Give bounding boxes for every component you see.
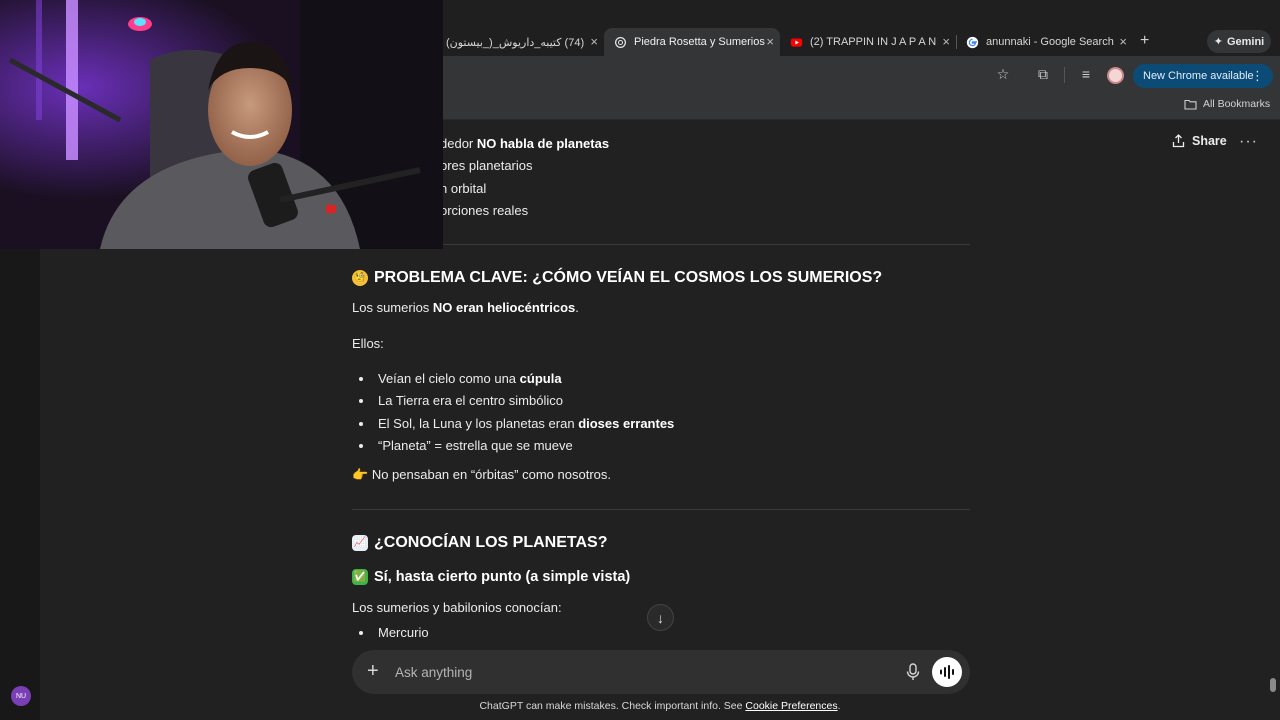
share-icon: [1172, 134, 1185, 148]
voice-mode-button[interactable]: [932, 657, 962, 687]
waveform-icon: [940, 665, 954, 679]
folder-icon: [1184, 99, 1197, 110]
tab-darius-inscription[interactable]: (74) کتیبه_داریوش_(_بیستون) ×: [444, 28, 604, 56]
cookie-preferences-link[interactable]: Cookie Preferences: [745, 700, 837, 712]
bold-text: NO eran heliocéntricos: [432, 300, 576, 315]
tab-search-icon[interactable]: ⧉: [1035, 66, 1051, 82]
text: Los sumerios: [352, 300, 433, 315]
scroll-to-bottom-button[interactable]: ↓: [647, 604, 674, 631]
all-bookmarks-label: All Bookmarks: [1203, 98, 1271, 110]
close-tab-icon[interactable]: ×: [1119, 34, 1127, 49]
subheading: ✅ Sí, hasta cierto punto (a simple vista…: [352, 569, 630, 585]
divider: [352, 244, 970, 245]
more-vert-icon[interactable]: ⋮: [1251, 68, 1264, 84]
line-bold: NO habla de planetas: [476, 136, 610, 151]
close-tab-icon[interactable]: ×: [766, 34, 774, 49]
gemini-label: Gemini: [1226, 35, 1265, 48]
text: .: [575, 300, 579, 315]
disclaimer-text: ChatGPT can make mistakes. Check importa…: [479, 700, 746, 712]
bookmark-star-icon[interactable]: ☆: [995, 66, 1011, 82]
text: “Planeta” = estrella que se mueve: [378, 438, 573, 453]
chart-increasing-icon: 📈: [352, 535, 368, 551]
text: Veían el cielo como una: [378, 371, 520, 386]
update-label: New Chrome available: [1143, 70, 1254, 82]
scrollbar-thumb[interactable]: [1270, 678, 1276, 692]
close-tab-icon[interactable]: ×: [942, 34, 950, 49]
new-chrome-available-button[interactable]: New Chrome available ⋮: [1133, 64, 1273, 88]
message-line: dedor NO habla de planetas: [440, 136, 609, 151]
paragraph: Los sumerios NO eran heliocéntricos.: [352, 300, 579, 315]
subheading-text: Sí, hasta cierto punto (a simple vista): [374, 569, 631, 585]
toolbar-divider: [1064, 67, 1065, 83]
arrow-down-icon: ↓: [657, 609, 664, 626]
tab-title: anunnaki - Google Search: [986, 36, 1114, 48]
note-line: 👉 No pensaban en “órbitas” como nosotros…: [352, 467, 611, 483]
all-bookmarks-button[interactable]: All Bookmarks: [1184, 98, 1270, 110]
tab-trappin-japan[interactable]: (2) TRAPPIN IN J A P A N ×: [780, 28, 956, 56]
more-options-icon[interactable]: ···: [1239, 133, 1258, 151]
section-heading-problema: 🧐 PROBLEMA CLAVE: ¿CÓMO VEÍAN EL COSMOS …: [352, 269, 882, 287]
bullet-dot: [359, 444, 363, 448]
list-item: Mercurio: [378, 625, 429, 640]
divider: [352, 509, 970, 510]
tab-piedra-rosetta[interactable]: Piedra Rosetta y Sumerios ×: [604, 28, 780, 56]
note-text: No pensaban en “órbitas” como nosotros.: [371, 467, 611, 482]
bold-text: dioses errantes: [578, 416, 675, 431]
tab-title: (2) TRAPPIN IN J A P A N: [810, 36, 937, 48]
google-favicon-icon: [966, 36, 979, 48]
line-text: orciones reales: [440, 203, 529, 218]
streamer-webcam-image: [0, 0, 443, 249]
youtube-favicon-icon: [790, 37, 803, 47]
check-mark-icon: ✅: [352, 569, 368, 585]
pointing-hand-icon: 👉: [352, 467, 369, 482]
close-tab-icon[interactable]: ×: [590, 34, 598, 49]
add-attachment-button[interactable]: +: [367, 660, 379, 682]
list-item: Veían el cielo como una cúpula: [378, 371, 562, 386]
line-text: dedor: [440, 136, 477, 151]
text: La Tierra era el centro simbólico: [378, 393, 563, 408]
heading-text: ¿CONOCÍAN LOS PLANETAS?: [374, 534, 608, 551]
heading-text: PROBLEMA CLAVE: ¿CÓMO VEÍAN EL COSMOS LO…: [374, 269, 883, 286]
message-line: bres planetarios: [440, 158, 533, 173]
bullet-dot: [359, 399, 363, 403]
message-line: orciones reales: [440, 203, 528, 218]
paragraph: Los sumerios y babilonios conocían:: [352, 600, 562, 615]
share-label: Share: [1192, 134, 1227, 148]
microphone-icon[interactable]: [904, 662, 922, 682]
webcam-overlay: [0, 0, 443, 249]
sparkle-icon: ✦: [1213, 36, 1223, 48]
reading-list-icon[interactable]: ≡: [1078, 66, 1094, 82]
user-initials: NU: [15, 692, 27, 700]
message-line: n orbital: [440, 181, 486, 196]
new-tab-button[interactable]: +: [1140, 32, 1149, 50]
gemini-button[interactable]: ✦ Gemini: [1207, 30, 1271, 53]
prompt-input[interactable]: [395, 662, 875, 682]
profile-avatar-icon[interactable]: [1107, 67, 1124, 84]
bullet-dot: [359, 422, 363, 426]
list-item: El Sol, la Luna y los planetas eran dios…: [378, 416, 674, 431]
chatgpt-favicon-icon: [615, 36, 626, 48]
line-text: n orbital: [440, 181, 487, 196]
disclaimer: ChatGPT can make mistakes. Check importa…: [0, 700, 1280, 712]
thinking-face-icon: 🧐: [352, 270, 368, 286]
bullet-dot: [359, 631, 363, 635]
share-button[interactable]: Share: [1172, 134, 1227, 148]
tab-title: Piedra Rosetta y Sumerios: [634, 36, 765, 48]
tab-title: (74) کتیبه_داریوش_(_بیستون): [446, 36, 585, 49]
list-item: La Tierra era el centro simbólico: [378, 393, 563, 408]
tab-anunnaki-search[interactable]: anunnaki - Google Search ×: [957, 28, 1133, 56]
line-text: bres planetarios: [440, 158, 533, 173]
bullet-dot: [359, 377, 363, 381]
bold-text: cúpula: [519, 371, 562, 386]
paragraph: Ellos:: [352, 336, 384, 351]
text: El Sol, la Luna y los planetas eran: [378, 416, 579, 431]
list-item: “Planeta” = estrella que se mueve: [378, 438, 573, 453]
disclaimer-end: .: [837, 700, 841, 712]
section-heading-planetas: 📈 ¿CONOCÍAN LOS PLANETAS?: [352, 534, 607, 552]
